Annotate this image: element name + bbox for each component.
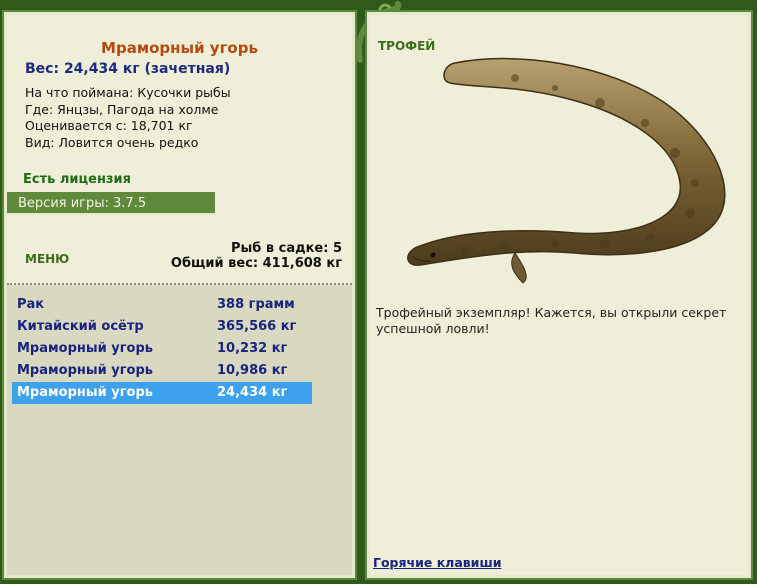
- value-info: Оценивается с: 18,701 кг: [25, 118, 193, 133]
- catch-list: Рак 388 грамм Китайский осётр 365,566 кг…: [7, 285, 352, 575]
- trophy-message: Трофейный экземпляр! Кажется, вы открыли…: [376, 305, 727, 336]
- catch-row[interactable]: Китайский осётр 365,566 кг: [12, 316, 312, 338]
- catch-name: Мраморный угорь: [17, 341, 153, 356]
- catch-weight: 10,232 кг: [217, 341, 288, 356]
- catch-summary: Рыб в садке: 5 Общий вес: 411,608 кг: [171, 241, 342, 271]
- catch-weight: 365,566 кг: [217, 319, 297, 334]
- marbled-eel-image: [407, 57, 726, 284]
- fish-details: На что поймана: Кусочки рыбы Где: Янцзы,…: [25, 85, 231, 151]
- catch-name: Китайский осётр: [17, 319, 144, 334]
- catch-row[interactable]: Мраморный угорь 10,232 кг: [12, 338, 312, 360]
- fish-title: Мраморный угорь: [101, 39, 258, 57]
- catch-name: Рак: [17, 297, 45, 312]
- bait-info: На что поймана: Кусочки рыбы: [25, 85, 231, 100]
- fish-count: Рыб в садке: 5: [230, 241, 342, 256]
- location-info: Где: Янцзы, Пагода на холме: [25, 101, 219, 117]
- catch-row[interactable]: Мраморный угорь 10,986 кг: [12, 360, 312, 382]
- catch-name: Мраморный угорь: [17, 385, 153, 400]
- total-weight: Общий вес: 411,608 кг: [170, 256, 342, 271]
- fish-info-panel: Мраморный угорь Вес: 24,434 кг (зачетная…: [2, 10, 357, 580]
- catch-row-selected[interactable]: Мраморный угорь 24,434 кг: [12, 382, 312, 404]
- license-status: Есть лицензия: [23, 172, 131, 187]
- trophy-panel: ТРОФЕЙ Трофейный экземпляр! Кажется, вы …: [365, 10, 753, 580]
- fish-weight: Вес: 24,434 кг (зачетная): [25, 61, 231, 77]
- rarity-info: Вид: Ловится очень редко: [25, 134, 199, 150]
- catch-name: Мраморный угорь: [17, 363, 153, 378]
- version-bar: Версия игры: 3.7.5: [7, 192, 215, 215]
- catch-row[interactable]: Рак 388 грамм: [12, 294, 312, 316]
- catch-weight: 388 грамм: [217, 297, 295, 312]
- catch-weight: 10,986 кг: [217, 363, 288, 378]
- catch-weight: 24,434 кг: [217, 385, 288, 400]
- menu-button[interactable]: МЕНЮ: [25, 252, 69, 266]
- hotkeys-link[interactable]: Горячие клавиши: [373, 555, 501, 570]
